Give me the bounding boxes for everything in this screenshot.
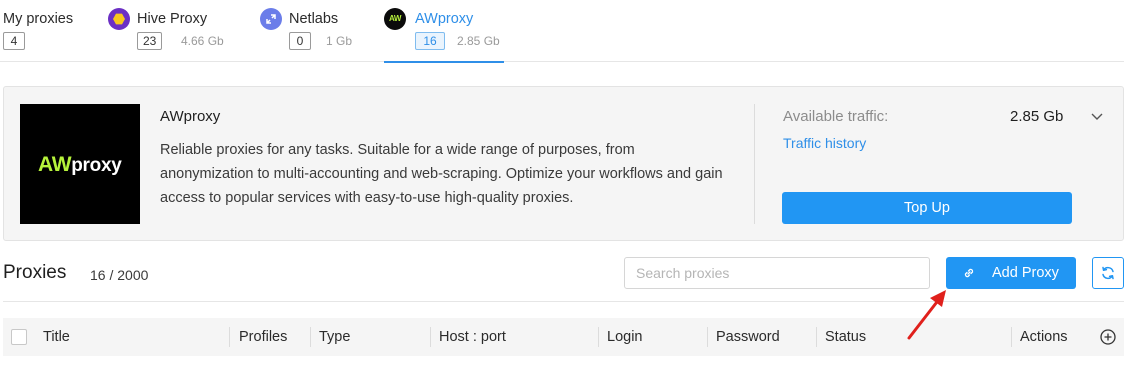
column-separator <box>598 327 599 347</box>
column-host-port[interactable]: Host : port <box>439 318 506 356</box>
column-separator <box>707 327 708 347</box>
card-divider <box>754 104 755 224</box>
search-input[interactable] <box>624 257 930 289</box>
provider-card: AWproxy AWproxy Reliable proxies for any… <box>3 86 1124 241</box>
tab-title: Hive Proxy <box>137 11 208 27</box>
table-header: Title Profiles Type Host : port Login Pa… <box>3 318 1124 356</box>
proxies-title: Proxies <box>3 262 67 283</box>
column-password[interactable]: Password <box>716 318 780 356</box>
column-profiles[interactable]: Profiles <box>239 318 287 356</box>
tab-traffic: 2.85 Gb <box>457 34 500 48</box>
column-actions: Actions <box>1020 329 1068 345</box>
column-title[interactable]: Title <box>43 318 70 356</box>
chevron-down-icon[interactable] <box>1090 109 1104 123</box>
section-divider <box>3 301 1124 302</box>
tab-title: AWproxy <box>415 11 474 27</box>
tab-count-badge: 16 <box>415 32 445 50</box>
column-separator <box>816 327 817 347</box>
available-traffic-label: Available traffic: <box>783 108 889 125</box>
top-up-button[interactable]: Top Up <box>782 192 1072 224</box>
tab-my-proxies[interactable]: My proxies 4 <box>3 0 93 62</box>
select-all-checkbox[interactable] <box>11 329 27 345</box>
add-proxy-label: Add Proxy <box>992 265 1059 281</box>
column-separator <box>1011 327 1012 347</box>
annotation-arrow-icon <box>907 290 946 340</box>
awproxy-logo: AWproxy <box>20 104 140 224</box>
tab-traffic: 1 Gb <box>326 34 353 48</box>
add-proxy-button[interactable]: Add Proxy <box>946 257 1076 289</box>
column-type[interactable]: Type <box>319 318 350 356</box>
refresh-button[interactable] <box>1092 257 1124 289</box>
tab-awproxy[interactable]: AW AWproxy 16 2.85 Gb <box>384 0 504 63</box>
available-traffic-value: 2.85 Gb <box>1010 108 1064 125</box>
active-tab-underline <box>384 61 504 63</box>
tab-netlabs[interactable]: Netlabs 0 1 Gb <box>260 0 360 62</box>
column-separator <box>310 327 311 347</box>
column-separator <box>430 327 431 347</box>
netlabs-icon <box>260 8 282 30</box>
traffic-history-link[interactable]: Traffic history <box>783 135 866 151</box>
proxies-count: 16 / 2000 <box>90 267 149 283</box>
provider-tabs: My proxies 4 Hive Proxy 23 4.66 Gb Netla… <box>0 0 1124 63</box>
tab-count-badge: 0 <box>289 32 311 50</box>
tab-count-badge: 4 <box>3 32 25 50</box>
provider-description: Reliable proxies for any tasks. Suitable… <box>160 142 723 206</box>
refresh-icon <box>1102 266 1114 280</box>
tab-count-badge: 23 <box>137 32 163 50</box>
tab-traffic: 4.66 Gb <box>181 34 224 48</box>
tab-title: My proxies <box>3 11 74 27</box>
provider-name: AWproxy <box>160 108 221 125</box>
column-separator <box>229 327 230 347</box>
add-column-plus-icon[interactable] <box>1100 329 1116 345</box>
tab-hive-proxy[interactable]: Hive Proxy 23 4.66 Gb <box>108 0 238 62</box>
link-icon <box>964 268 974 278</box>
column-login[interactable]: Login <box>607 318 642 356</box>
tab-title: Netlabs <box>289 11 339 27</box>
hive-proxy-icon <box>108 8 130 30</box>
logo-text: AWproxy <box>38 153 122 176</box>
column-status[interactable]: Status <box>825 318 866 356</box>
awproxy-icon: AW <box>384 8 406 30</box>
